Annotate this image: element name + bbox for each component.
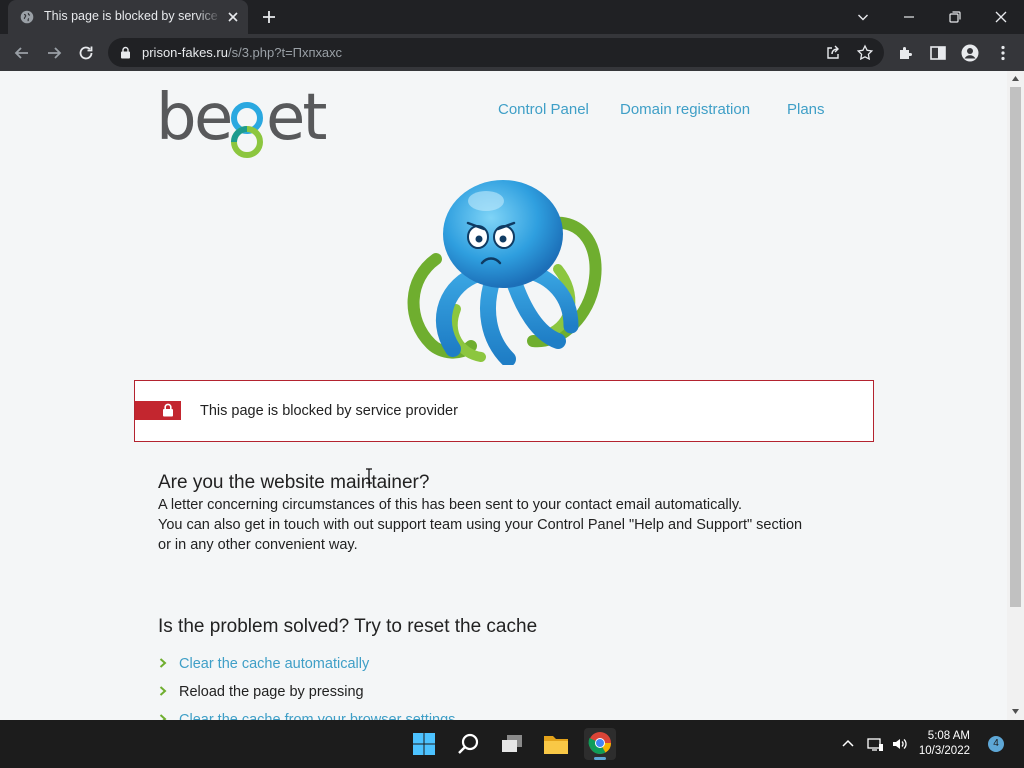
scroll-up-arrow-icon[interactable] [1011,74,1020,83]
lock-icon[interactable] [120,46,131,59]
share-icon[interactable] [824,44,842,62]
nav-plans[interactable]: Plans [787,101,825,118]
folder-icon [544,736,568,754]
maintainer-heading: Are you the website maintainer? [158,472,430,493]
browser-toolbar: prison-fakes.ru/s/3.php?t=Пхпхахс [0,34,1024,71]
system-clock[interactable]: 5:08 AM 10/3/2022 [908,729,970,759]
list-item: Reload the page by pressing [158,684,364,700]
back-icon[interactable] [11,42,33,64]
browser-tab[interactable]: This page is blocked by service provider [8,0,248,34]
cache-heading: Is the problem solved? Try to reset the … [158,616,538,637]
chevron-up-icon[interactable] [839,735,857,753]
windows-logo-icon [413,733,435,755]
search-button[interactable] [452,728,484,760]
page-scrollbar[interactable] [1007,71,1024,720]
tab-strip: This page is blocked by service provider [0,0,1024,34]
list-item: Clear the cache from your browser settin… [158,712,455,720]
minimize-icon[interactable] [899,7,919,27]
chevron-right-icon [159,686,167,696]
volume-icon[interactable] [891,735,909,753]
active-app-indicator [594,757,606,760]
svg-text:et: et [266,81,326,155]
task-view-button[interactable] [496,728,528,760]
windows-taskbar: 5:08 AM 10/3/2022 4 [0,720,1024,768]
text-cursor-icon [366,468,372,484]
restore-icon[interactable] [945,7,965,27]
reload-icon[interactable] [75,42,97,64]
chrome-icon [588,732,611,754]
address-bar[interactable]: prison-fakes.ru/s/3.php?t=Пхпхахс [108,38,884,67]
sad-octopus-mascot [407,180,602,365]
beget-logo-graphic: b e et [156,81,329,158]
globe-icon [20,10,34,24]
reload-instruction: Reload the page by pressing [179,684,364,700]
clock-date: 10/3/2022 [918,745,970,757]
chevron-right-icon [159,714,167,720]
search-icon [458,733,479,754]
tab-title: This page is blocked by service provider [44,9,222,23]
profile-icon[interactable] [960,43,980,63]
clear-cache-link[interactable]: Clear the cache automatically [179,656,369,672]
tab-search-icon[interactable] [853,7,873,27]
close-window-icon[interactable] [991,7,1011,27]
maintainer-text-line: A letter concerning circumstances of thi… [158,497,743,513]
list-item: Clear the cache automatically [158,656,369,672]
alert-flag [135,401,181,420]
notification-badge[interactable]: 4 [988,736,1004,752]
scroll-down-arrow-icon[interactable] [1011,707,1020,716]
maintainer-text-line: You can also get in touch with out suppo… [158,517,803,533]
bookmark-star-icon[interactable] [856,44,874,62]
lock-icon [163,403,173,417]
browser-settings-link[interactable]: Clear the cache from your browser settin… [179,712,455,720]
svg-text:b: b [156,81,194,155]
file-explorer-button[interactable] [540,728,572,760]
chrome-taskbar-button[interactable] [584,728,616,760]
chevron-right-icon [159,658,167,668]
beget-logo[interactable]: b e et [156,81,329,163]
nav-domain-registration[interactable]: Domain registration [620,101,750,118]
blocked-alert: This page is blocked by service provider [134,380,874,442]
extensions-icon[interactable] [896,43,916,63]
url-text[interactable]: prison-fakes.ru/s/3.php?t=Пхпхахс [142,45,342,60]
start-button[interactable] [408,728,440,760]
svg-text:e: e [194,81,230,155]
network-icon[interactable] [866,735,884,753]
side-panel-icon[interactable] [928,43,948,63]
task-view-icon [502,735,522,752]
maintainer-text-line: or in any other convenient way. [158,537,358,553]
new-tab-icon[interactable] [260,8,278,26]
scroll-thumb[interactable] [1010,87,1021,607]
page-content: b e et Control Panel Domain registration… [0,71,1007,720]
menu-dots-icon[interactable] [993,43,1013,63]
forward-icon[interactable] [43,42,65,64]
clock-time: 5:08 AM [927,730,970,742]
close-tab-icon[interactable] [225,9,241,25]
alert-message: This page is blocked by service provider [200,403,458,419]
nav-control-panel[interactable]: Control Panel [498,101,589,118]
